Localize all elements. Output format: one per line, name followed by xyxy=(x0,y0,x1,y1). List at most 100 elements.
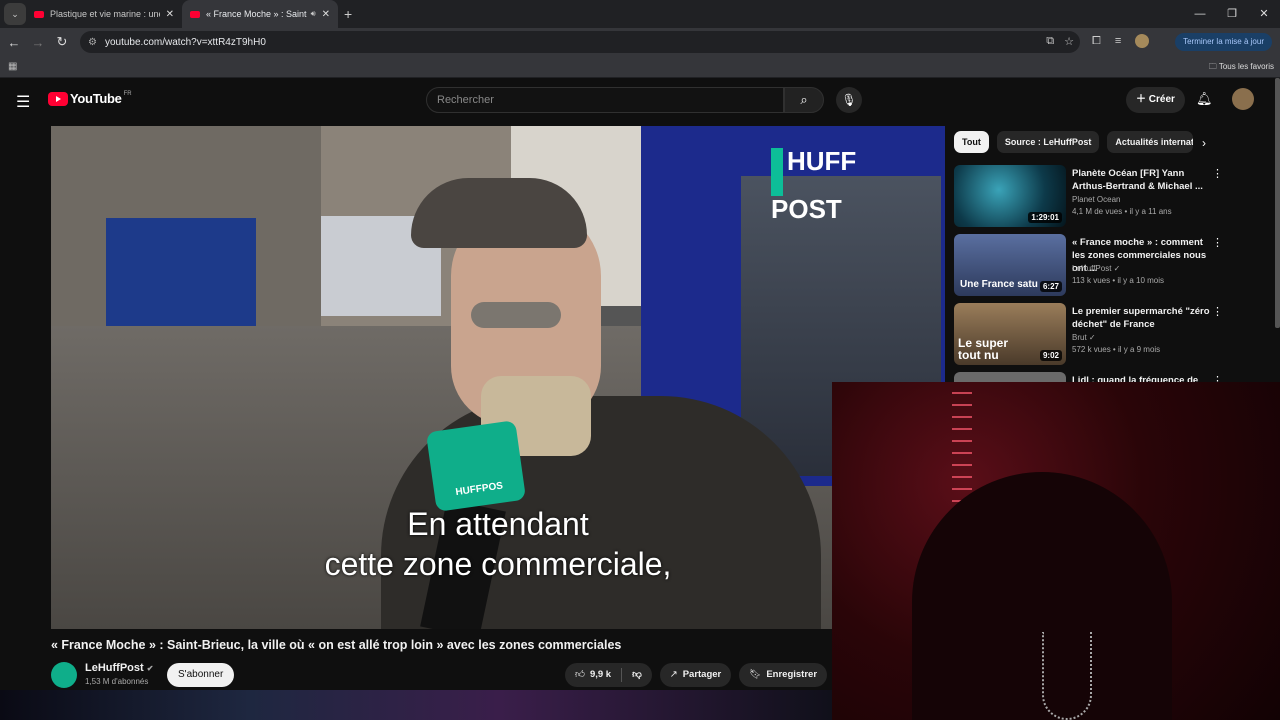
search-icon[interactable]: ⌕ xyxy=(784,87,824,113)
verified-icon: ✔ xyxy=(146,664,154,673)
chip-all[interactable]: Tout xyxy=(954,131,989,153)
subtitle-line-2: cette zone commerciale, xyxy=(324,546,672,582)
recommendation-title[interactable]: Planète Océan [FR] Yann Arthus-Bertrand … xyxy=(1072,167,1212,193)
chevron-right-icon[interactable]: › xyxy=(1202,136,1206,150)
all-bookmarks-label: Tous les favoris xyxy=(1218,62,1274,71)
all-bookmarks-button[interactable]: 🗀 Tous les favoris xyxy=(1209,61,1274,75)
huffpost-microphone: HUFFPOS xyxy=(425,420,527,512)
thumbs-down-icon: 👎︎ xyxy=(632,669,642,680)
more-options-icon[interactable]: ⋮ xyxy=(1212,167,1223,180)
microphone-icon[interactable]: 🎙︎ xyxy=(836,87,862,113)
minimize-icon[interactable]: — xyxy=(1184,0,1216,28)
back-icon[interactable]: ← xyxy=(2,35,26,50)
maximize-icon[interactable]: ❐ xyxy=(1216,0,1248,28)
channel-avatar[interactable] xyxy=(51,662,77,688)
webcam-overlay xyxy=(832,382,1280,720)
new-tab-icon[interactable]: + xyxy=(344,6,352,22)
page-scrollbar[interactable] xyxy=(1275,78,1280,328)
url-text: youtube.com/watch?v=xttR4zT9hH0 xyxy=(104,36,266,48)
video-title: « France Moche » : Saint-Brieuc, la vill… xyxy=(51,638,622,652)
hamburger-menu-icon[interactable]: ☰ xyxy=(16,92,30,112)
chip-international[interactable]: Actualités internat xyxy=(1107,131,1194,153)
tab-title: « France Moche » : Saint-Br xyxy=(206,9,307,19)
like-count: 9,9 k xyxy=(589,669,612,680)
site-info-icon[interactable]: ⚙ xyxy=(88,37,97,48)
filter-chips: Tout Source : LeHuffPost Actualités inte… xyxy=(954,131,1194,153)
channel-name-text: LeHuffPost xyxy=(85,662,144,674)
chip-source[interactable]: Source : LeHuffPost xyxy=(996,131,1100,153)
youtube-logo[interactable]: YouTube FR xyxy=(48,91,132,106)
recommendation-item[interactable]: Une France satu 6:27 « France moche » : … xyxy=(954,234,1244,298)
create-button[interactable]: ＋ Créer xyxy=(1126,87,1185,113)
duration-badge: 9:02 xyxy=(1039,350,1062,361)
youtube-favicon-icon xyxy=(34,10,44,18)
video-player[interactable]: HUFF POST HUFFPOS En attendant cette zon… xyxy=(51,126,945,629)
forward-icon[interactable]: → xyxy=(26,35,50,50)
recommendation-channel[interactable]: Planet Ocean xyxy=(1072,195,1120,204)
notifications-bell-icon[interactable]: 🔔︎ xyxy=(1196,91,1213,107)
interviewee-mustache xyxy=(471,302,561,328)
speaker-icon[interactable]: 🔊︎ xyxy=(311,9,316,19)
browser-tab-1[interactable]: Plastique et vie marine : une co ✕ xyxy=(26,0,182,28)
dislike-button[interactable]: 👎︎ xyxy=(622,663,652,687)
url-bar[interactable]: ⚙ youtube.com/watch?v=xttR4zT9hH0 ⧉ ☆ xyxy=(80,31,1080,53)
duration-badge: 6:27 xyxy=(1039,281,1062,292)
recommendation-channel[interactable]: Brut ✓ xyxy=(1072,333,1096,342)
close-tab-icon[interactable]: ✕ xyxy=(166,9,174,20)
more-options-icon[interactable]: ⋮ xyxy=(1212,236,1223,249)
thumbnail-caption: Le super tout nu xyxy=(958,336,1009,362)
video-thumbnail[interactable]: Le super tout nu 9:02 xyxy=(954,303,1066,365)
tab-search-icon[interactable]: ⌄ xyxy=(4,3,26,25)
subtitle-line-1: En attendant xyxy=(407,506,589,542)
video-actions: 👍︎ 9,9 k 👎︎ ↗ Partager 🔖︎ Enregistrer xyxy=(565,663,828,687)
huffpost-overlay-logo: HUFF POST xyxy=(771,148,911,222)
window-controls: — ❐ ✕ xyxy=(1184,0,1280,28)
youtube-favicon-icon xyxy=(190,10,200,18)
share-icon: ↗ xyxy=(669,669,678,680)
duration-badge: 1:29:01 xyxy=(1028,212,1062,223)
bookmark-icon: 🔖︎ xyxy=(749,669,762,680)
share-button[interactable]: ↗ Partager xyxy=(659,663,732,687)
youtube-play-icon xyxy=(48,91,68,106)
close-tab-icon[interactable]: ✕ xyxy=(322,9,330,20)
video-thumbnail[interactable]: Une France satu 6:27 xyxy=(954,234,1066,296)
subscriber-count: 1,53 M d'abonnés xyxy=(85,677,149,686)
reload-icon[interactable]: ↻ xyxy=(50,34,74,50)
browser-tab-2[interactable]: « France Moche » : Saint-Br 🔊︎ ✕ xyxy=(182,0,338,28)
video-thumbnail[interactable]: 1:29:01 xyxy=(954,165,1066,227)
media-icon[interactable]: ≡ xyxy=(1115,35,1121,47)
recommendation-meta: 4,1 M de vues • il y a 11 ans xyxy=(1072,207,1172,216)
bottom-stream-strip xyxy=(0,690,832,720)
subscribe-button[interactable]: S'abonner xyxy=(167,663,235,687)
necklace-chain xyxy=(1042,632,1092,720)
account-avatar[interactable] xyxy=(1232,88,1254,110)
tab-title: Plastique et vie marine : une co xyxy=(50,9,160,19)
recommendation-item[interactable]: Le super tout nu 9:02 Le premier superma… xyxy=(954,303,1244,367)
like-dislike-group: 👍︎ 9,9 k 👎︎ xyxy=(565,663,652,687)
profile-icon[interactable] xyxy=(1135,34,1150,48)
bookmarks-bar: ▦ 🗀 Tous les favoris xyxy=(0,56,1280,78)
close-window-icon[interactable]: ✕ xyxy=(1248,0,1280,28)
country-code: FR xyxy=(123,91,132,97)
apps-grid-icon[interactable]: ▦ xyxy=(8,61,17,72)
extensions-icon[interactable]: ⧠ xyxy=(1092,35,1101,48)
logo-text: YouTube xyxy=(70,91,122,106)
install-icon[interactable]: ⧉ xyxy=(1046,35,1054,48)
recommendation-item[interactable]: 1:29:01 Planète Océan [FR] Yann Arthus-B… xyxy=(954,165,1244,229)
shopfront xyxy=(106,218,256,328)
recommendation-channel[interactable]: LeHuffPost ✓ xyxy=(1072,264,1120,273)
bookmark-star-icon[interactable]: ☆ xyxy=(1064,35,1074,48)
mic-label: HUFFPOS xyxy=(454,480,504,499)
share-label: Partager xyxy=(682,669,722,680)
channel-name[interactable]: LeHuffPost ✔ xyxy=(85,662,153,674)
recommendation-title[interactable]: Le premier supermarché "zéro déchet" de … xyxy=(1072,305,1212,331)
save-button[interactable]: 🔖︎ Enregistrer xyxy=(739,663,828,687)
save-label: Enregistrer xyxy=(766,669,818,680)
like-button[interactable]: 👍︎ 9,9 k xyxy=(565,663,621,687)
search-input[interactable]: Rechercher xyxy=(426,87,784,113)
recommendation-meta: 572 k vues • il y a 9 mois xyxy=(1072,345,1161,354)
extensions-area: ⧠ ≡ xyxy=(1092,34,1150,48)
update-button[interactable]: Terminer la mise à jour xyxy=(1175,33,1272,51)
more-options-icon[interactable]: ⋮ xyxy=(1212,305,1223,318)
create-label: Créer xyxy=(1148,94,1175,105)
